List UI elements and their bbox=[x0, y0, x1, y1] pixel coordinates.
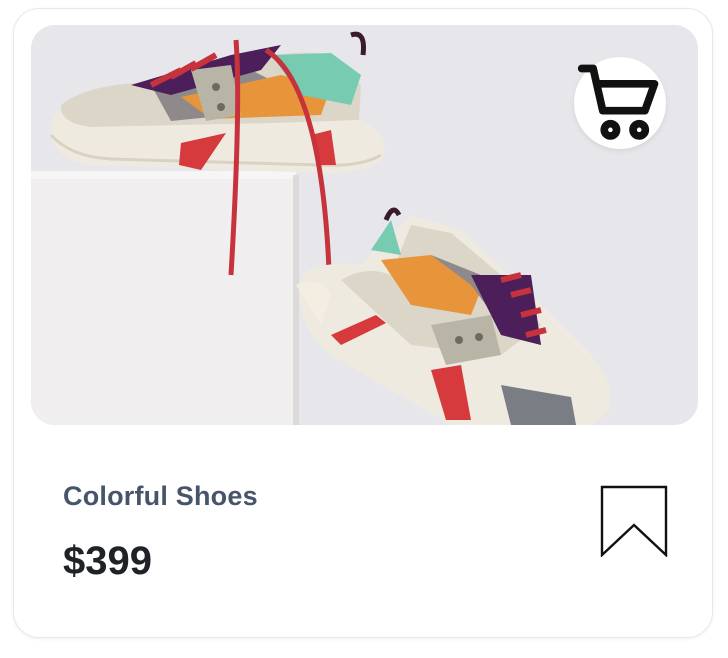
shopping-cart-icon bbox=[577, 64, 659, 140]
add-to-cart-button[interactable] bbox=[574, 57, 666, 149]
product-image[interactable] bbox=[31, 25, 698, 425]
product-card: Colorful Shoes $399 bbox=[13, 8, 713, 638]
bookmark-icon[interactable] bbox=[600, 485, 668, 557]
product-price: $399 bbox=[63, 539, 152, 583]
product-title: Colorful Shoes bbox=[63, 481, 258, 511]
